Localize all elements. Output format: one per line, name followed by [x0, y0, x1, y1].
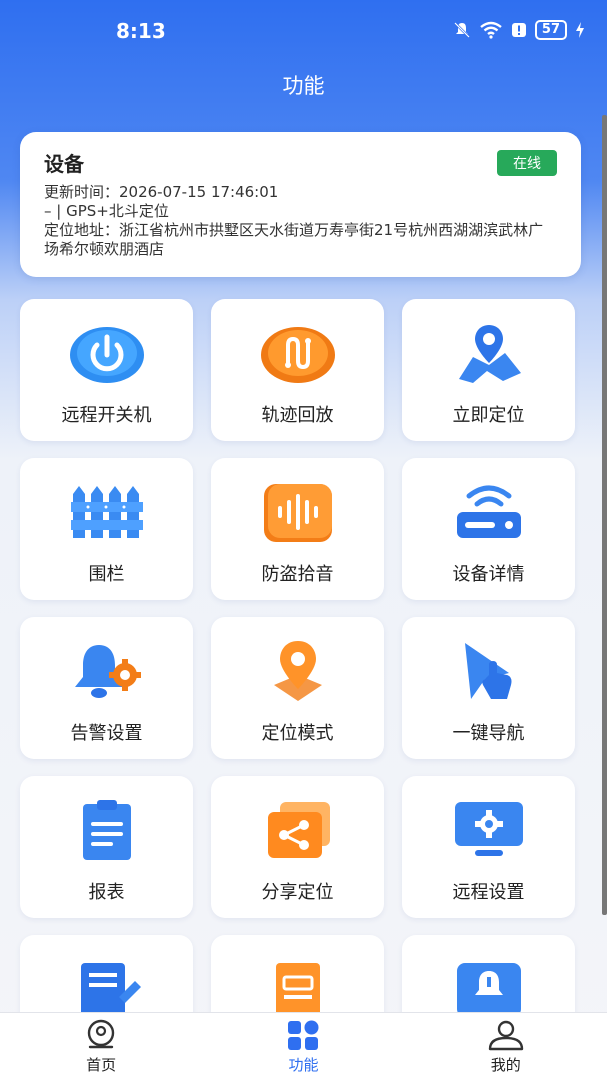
tile-label: 报表 — [88, 882, 125, 903]
alarm-settings-button[interactable]: 告警设置 — [20, 617, 193, 759]
report-button[interactable]: 报表 — [20, 776, 193, 918]
remote-settings-button[interactable]: 远程设置 — [402, 776, 575, 918]
tab-mine[interactable]: 我的 — [446, 1019, 566, 1075]
bottom-tab-bar: 首页 功能 我的 — [0, 1012, 607, 1080]
locate-now-button[interactable]: 立即定位 — [402, 299, 575, 441]
monitor-gear-icon — [454, 802, 523, 856]
tile-label: 围栏 — [88, 564, 125, 585]
anti-theft-audio-button[interactable]: 防盗拾音 — [211, 458, 384, 600]
tile-label: 轨迹回放 — [261, 405, 334, 426]
tile-label: 防盗拾音 — [261, 564, 334, 585]
track-playback-button[interactable]: 轨迹回放 — [211, 299, 384, 441]
tile-label: 定位模式 — [261, 723, 334, 744]
charging-icon — [576, 22, 584, 38]
tile-label: 远程设置 — [452, 882, 525, 903]
mute-bell-icon — [454, 22, 470, 38]
scrollbar[interactable] — [602, 115, 607, 915]
tile-label: 告警设置 — [70, 723, 143, 744]
positioning-mode: – | GPS+北斗定位 — [44, 202, 169, 220]
clipboard-icon — [82, 800, 131, 860]
tile-label: 一键导航 — [452, 723, 525, 744]
bell-gear-icon — [74, 645, 141, 698]
track-icon — [260, 327, 335, 383]
status-bar: 8:13 57 — [0, 0, 607, 62]
battery-indicator: 57 — [534, 20, 567, 40]
device-card[interactable]: 设备 在线 更新时间：2026-07-15 17:46:01 – | GPS+北… — [20, 132, 581, 277]
tab-label: 首页 — [86, 1055, 117, 1074]
location-mode-icon — [273, 641, 322, 701]
share-location-button[interactable]: 分享定位 — [211, 776, 384, 918]
one-key-navigation-button[interactable]: 一键导航 — [402, 617, 575, 759]
sound-wave-icon — [263, 484, 332, 542]
remote-power-button[interactable]: 远程开关机 — [20, 299, 193, 441]
tile-label: 设备详情 — [452, 564, 525, 585]
tab-home[interactable]: 首页 — [41, 1019, 161, 1075]
status-badge: 在线 — [497, 150, 557, 176]
tab-label: 功能 — [288, 1055, 319, 1074]
tab-label: 我的 — [490, 1055, 521, 1074]
device-details-button[interactable]: 设备详情 — [402, 458, 575, 600]
status-time: 8:13 — [116, 19, 166, 43]
home-location-icon — [87, 1019, 115, 1048]
profile-icon — [488, 1020, 524, 1050]
grid-apps-icon — [288, 1020, 319, 1050]
alert-square-icon — [511, 23, 526, 37]
status-icons: 57 — [453, 20, 585, 40]
navigation-icon — [464, 643, 511, 699]
location-address: 定位地址：浙江省杭州市拱墅区天水街道万寿亭街21号杭州西湖湖滨武林广场希尔顿欢朋… — [44, 221, 544, 258]
share-icon — [267, 802, 330, 858]
device-name: 设备 — [44, 152, 84, 176]
router-icon — [456, 485, 521, 538]
tile-label: 分享定位 — [261, 882, 334, 903]
fence-icon — [70, 486, 143, 538]
page-title: 功能 — [282, 74, 325, 98]
fence-button[interactable]: 围栏 — [20, 458, 193, 600]
tile-label: 远程开关机 — [61, 405, 152, 426]
wifi-icon — [480, 21, 502, 39]
location-mode-button[interactable]: 定位模式 — [211, 617, 384, 759]
map-pin-icon — [458, 325, 521, 383]
tile-label: 立即定位 — [452, 405, 525, 426]
power-icon — [69, 327, 144, 383]
tab-functions[interactable]: 功能 — [243, 1019, 363, 1075]
function-grid: 远程开关机 轨迹回放 立即定位 围栏 防盗拾音 设备详情 告警设置 定位模式 一… — [20, 299, 576, 1077]
update-time: 更新时间：2026-07-15 17:46:01 — [44, 183, 279, 201]
